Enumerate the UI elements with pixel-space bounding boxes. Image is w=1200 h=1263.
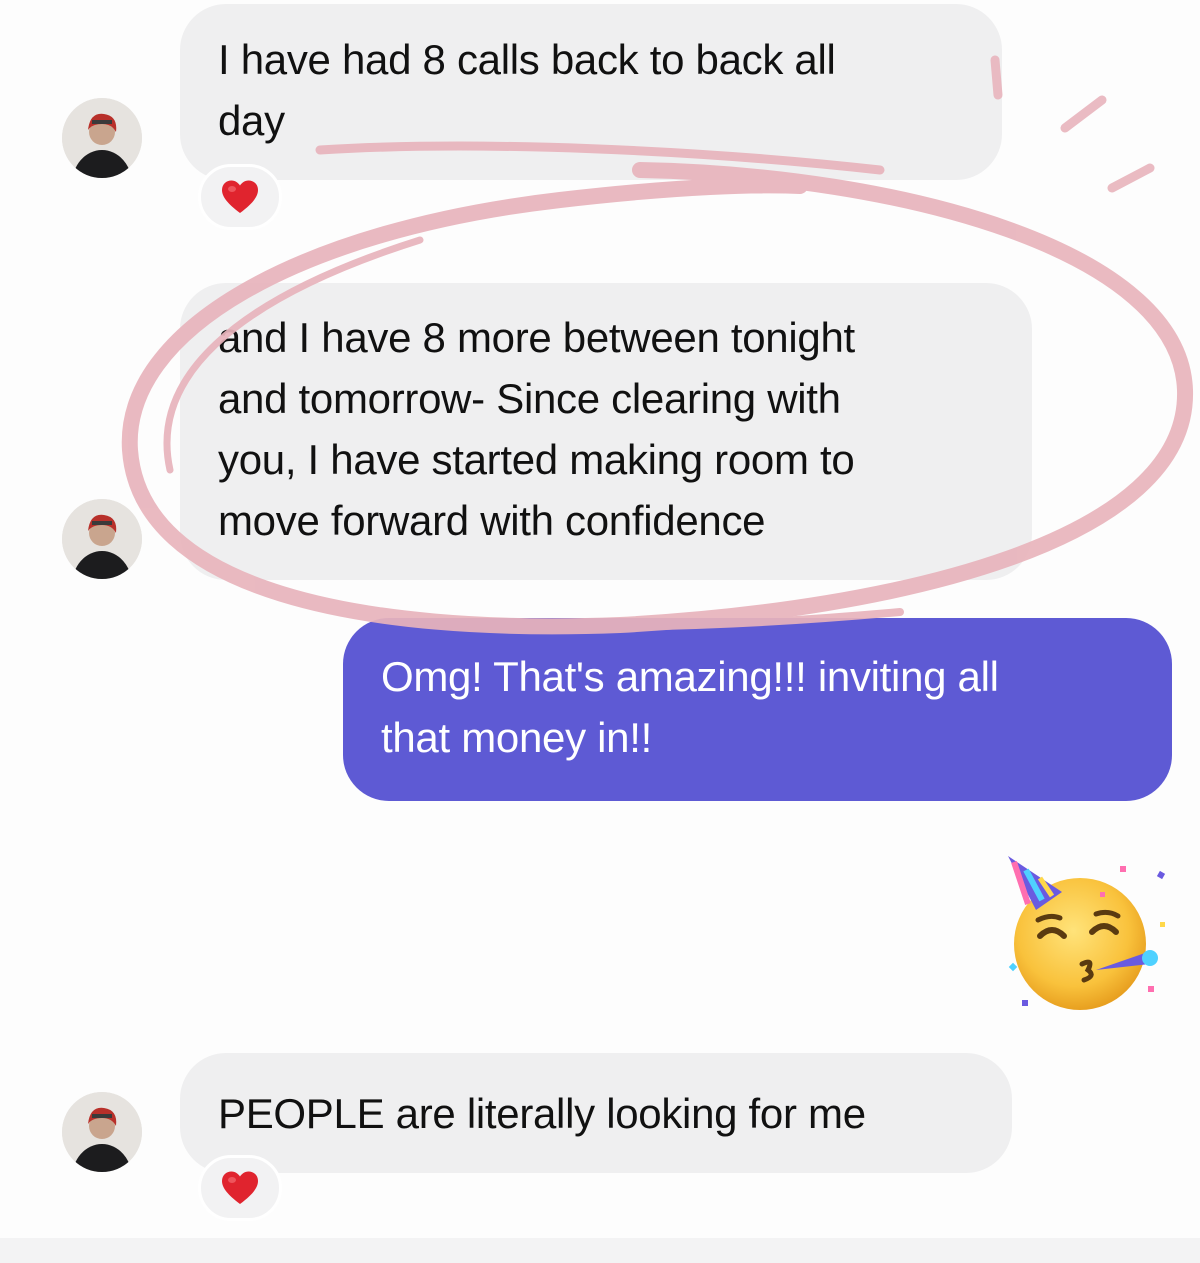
message-text-line: I have had 8 calls back to back all — [218, 36, 836, 83]
message-text-line: that money in!! — [381, 714, 652, 761]
message-text-line: PEOPLE are literally looking for me — [218, 1090, 866, 1137]
heart-reaction[interactable] — [198, 1155, 282, 1221]
contact-avatar[interactable] — [62, 499, 142, 579]
partying-face-emoji[interactable] — [1000, 852, 1170, 1012]
avatar-photo — [62, 98, 142, 178]
avatar-photo — [62, 1092, 142, 1172]
red-heart-icon — [222, 1171, 258, 1204]
outgoing-message[interactable]: Omg! That's amazing!!! inviting all that… — [343, 618, 1172, 801]
message-text-line: and I have 8 more between tonight — [218, 314, 855, 361]
message-text-line: move forward with confidence — [218, 497, 766, 544]
incoming-message[interactable]: PEOPLE are literally looking for me — [180, 1053, 1012, 1173]
bottom-edge — [0, 1238, 1200, 1263]
contact-avatar[interactable] — [62, 1092, 142, 1172]
heart-reaction[interactable] — [198, 164, 282, 230]
avatar-photo — [62, 499, 142, 579]
message-text-line: and tomorrow- Since clearing with — [218, 375, 841, 422]
red-heart-icon — [222, 180, 258, 213]
contact-avatar[interactable] — [62, 98, 142, 178]
message-text-line: Omg! That's amazing!!! inviting all — [381, 653, 999, 700]
message-text-line: you, I have started making room to — [218, 436, 855, 483]
incoming-message[interactable]: and I have 8 more between tonight and to… — [180, 283, 1032, 580]
incoming-message[interactable]: I have had 8 calls back to back all day — [180, 4, 1002, 180]
message-text-line: day — [218, 97, 285, 144]
chat-thread: I have had 8 calls back to back all day … — [0, 0, 1200, 1263]
